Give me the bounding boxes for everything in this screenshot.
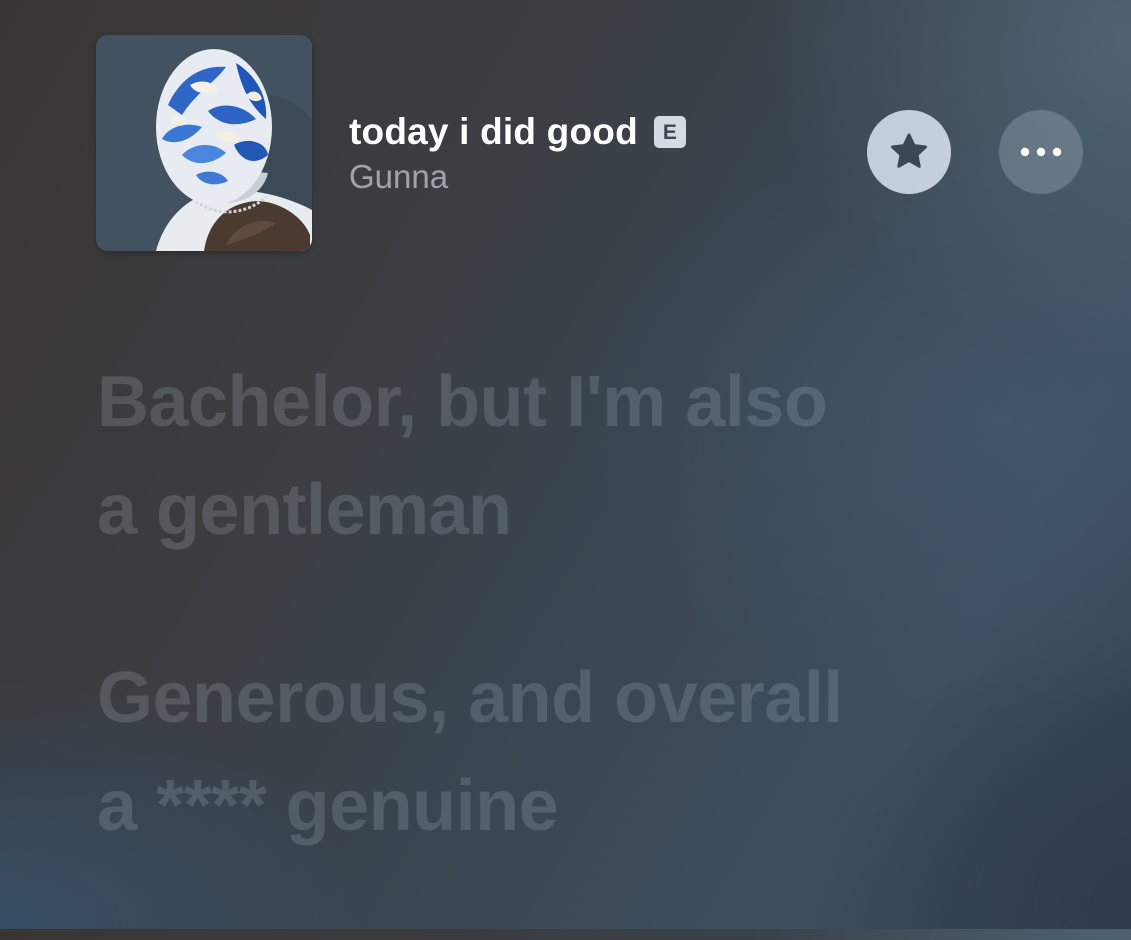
- lyric-line[interactable]: Bachelor, but I'm also a gentleman: [97, 348, 1107, 564]
- title-row: today i did good E: [349, 108, 686, 156]
- artist-name[interactable]: Gunna: [349, 158, 686, 196]
- album-artwork[interactable]: [96, 35, 312, 251]
- lyric-line[interactable]: Generous, and overall a **** genuine: [97, 644, 1107, 860]
- track-info: today i did good E Gunna: [349, 108, 686, 198]
- lyrics-view[interactable]: Bachelor, but I'm also a gentleman Gener…: [97, 348, 1107, 940]
- now-playing-header: today i did good E Gunna: [0, 0, 1131, 300]
- explicit-badge: E: [653, 116, 686, 148]
- album-artwork-image: [96, 35, 312, 251]
- star-icon: [890, 133, 928, 168]
- favorite-button[interactable]: [867, 110, 951, 194]
- more-options-button[interactable]: [999, 110, 1083, 194]
- ellipsis-icon: [1020, 147, 1062, 157]
- track-title[interactable]: today i did good: [349, 111, 638, 153]
